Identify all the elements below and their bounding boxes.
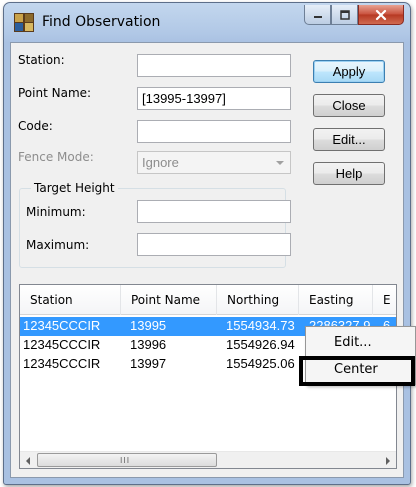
point-name-input[interactable]: [13995-13997]	[137, 87, 291, 110]
horizontal-scrollbar[interactable]: III	[20, 451, 396, 468]
close-window-button[interactable]	[358, 5, 404, 25]
column-header-easting[interactable]: Easting	[299, 285, 373, 315]
cell-point-name: 13995	[130, 318, 167, 333]
maximum-label: Maximum:	[26, 238, 90, 252]
column-header-extra[interactable]: E	[373, 285, 396, 315]
cell-northing: 1554925.06	[226, 356, 295, 371]
point-name-label: Point Name:	[18, 86, 92, 100]
scrollbar-grip: III	[120, 456, 131, 465]
list-header: Station Point Name Northing Easting E	[20, 285, 396, 315]
find-observation-window: Find Observation Station: Point Name: [1…	[3, 2, 411, 485]
map-grid-icon	[14, 13, 34, 32]
cell-northing: 1554934.73	[226, 318, 295, 333]
maximize-icon	[339, 9, 350, 20]
fence-mode-select[interactable]: Ignore	[137, 151, 291, 174]
close-icon	[375, 9, 387, 20]
cell-station: 12345CCCIR	[23, 356, 101, 371]
cell-station: 12345CCCIR	[23, 337, 101, 352]
fence-mode-value: Ignore	[142, 155, 179, 170]
help-button[interactable]: Help	[313, 162, 385, 185]
dialog-client-area: Station: Point Name: [13995-13997] Code:…	[10, 42, 404, 478]
apply-button[interactable]: Apply	[313, 60, 385, 83]
title-bar[interactable]: Find Observation	[4, 3, 410, 43]
scroll-left-icon[interactable]	[26, 457, 30, 465]
caption-buttons	[304, 5, 404, 27]
cell-northing: 1554926.94	[226, 337, 295, 352]
column-header-station[interactable]: Station	[20, 285, 121, 315]
code-input[interactable]	[137, 120, 291, 143]
chevron-down-icon	[276, 161, 284, 165]
maximum-input[interactable]	[137, 233, 291, 256]
center-highlight-box	[299, 356, 415, 386]
edit-button[interactable]: Edit...	[313, 128, 385, 151]
fence-mode-label: Fence Mode:	[18, 150, 94, 164]
cell-station: 12345CCCIR	[23, 318, 101, 333]
minimum-label: Minimum:	[26, 205, 86, 219]
target-height-label: Target Height	[31, 181, 118, 195]
minimum-input[interactable]	[137, 200, 291, 223]
scroll-right-icon[interactable]	[386, 457, 390, 465]
column-header-point-name[interactable]: Point Name	[121, 285, 217, 315]
minimize-icon	[313, 15, 322, 18]
context-menu-edit[interactable]: Edit...	[306, 331, 415, 355]
close-button[interactable]: Close	[313, 94, 385, 117]
minimize-button[interactable]	[304, 5, 331, 25]
station-input[interactable]	[137, 54, 291, 77]
cell-point-name: 13997	[130, 356, 167, 371]
maximize-button[interactable]	[331, 5, 358, 25]
scrollbar-thumb[interactable]: III	[37, 453, 217, 467]
station-label: Station:	[18, 53, 65, 67]
cell-point-name: 13996	[130, 337, 167, 352]
window-title: Find Observation	[42, 14, 161, 30]
code-label: Code:	[18, 119, 53, 133]
column-header-northing[interactable]: Northing	[217, 285, 299, 315]
